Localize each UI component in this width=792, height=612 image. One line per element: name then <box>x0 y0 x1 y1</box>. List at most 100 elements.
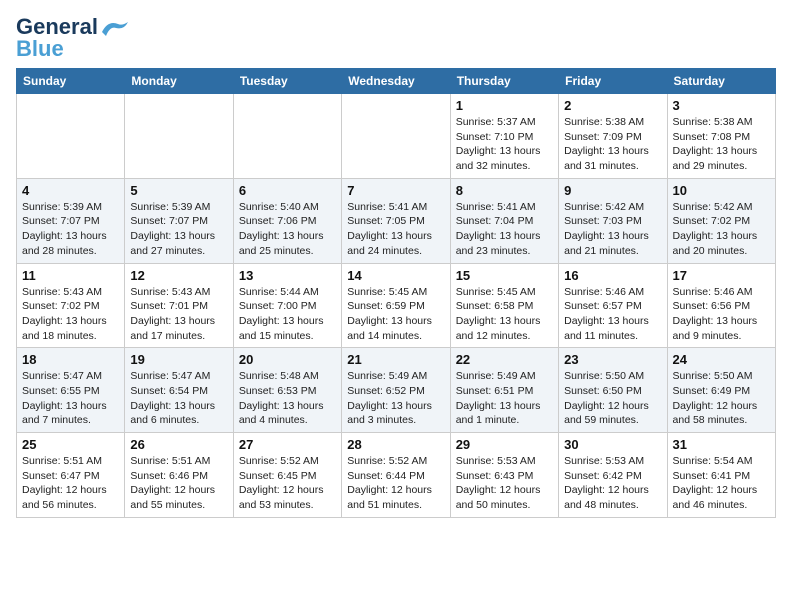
column-header-wednesday: Wednesday <box>342 69 450 94</box>
logo-bird-icon <box>100 18 130 40</box>
day-number: 2 <box>564 98 661 113</box>
column-header-saturday: Saturday <box>667 69 775 94</box>
day-info: Sunrise: 5:47 AM Sunset: 6:55 PM Dayligh… <box>22 369 119 428</box>
calendar-cell: 11 Sunrise: 5:43 AM Sunset: 7:02 PM Dayli… <box>17 263 125 348</box>
calendar-cell <box>233 94 341 179</box>
day-number: 14 <box>347 268 444 283</box>
day-info: Sunrise: 5:45 AM Sunset: 6:59 PM Dayligh… <box>347 285 444 344</box>
column-header-friday: Friday <box>559 69 667 94</box>
calendar-cell: 8Sunrise: 5:41 AM Sunset: 7:04 PM Daylig… <box>450 178 558 263</box>
calendar-header-row: SundayMondayTuesdayWednesdayThursdayFrid… <box>17 69 776 94</box>
day-info: Sunrise: 5:50 AM Sunset: 6:50 PM Dayligh… <box>564 369 661 428</box>
day-number: 7 <box>347 183 444 198</box>
day-info: Sunrise: 5:43 AM Sunset: 7:02 PM Dayligh… <box>22 285 119 344</box>
calendar-cell: 25 Sunrise: 5:51 AM Sunset: 6:47 PM Dayli… <box>17 433 125 518</box>
day-info: Sunrise: 5:45 AM Sunset: 6:58 PM Dayligh… <box>456 285 553 344</box>
day-info: Sunrise: 5:42 AM Sunset: 7:02 PM Dayligh… <box>673 200 770 259</box>
calendar-cell: 14 Sunrise: 5:45 AM Sunset: 6:59 PM Dayli… <box>342 263 450 348</box>
day-info: Sunrise: 5:41 AM Sunset: 7:05 PM Dayligh… <box>347 200 444 259</box>
calendar-cell <box>17 94 125 179</box>
day-info: Sunrise: 5:46 AM Sunset: 6:57 PM Dayligh… <box>564 285 661 344</box>
calendar-cell: 20 Sunrise: 5:48 AM Sunset: 6:53 PM Dayli… <box>233 348 341 433</box>
calendar-cell: 15Sunrise: 5:45 AM Sunset: 6:58 PM Dayli… <box>450 263 558 348</box>
calendar-cell: 21 Sunrise: 5:49 AM Sunset: 6:52 PM Dayli… <box>342 348 450 433</box>
calendar-week-row: 25 Sunrise: 5:51 AM Sunset: 6:47 PM Dayli… <box>17 433 776 518</box>
calendar-week-row: 18 Sunrise: 5:47 AM Sunset: 6:55 PM Dayli… <box>17 348 776 433</box>
logo-blue: Blue <box>16 36 64 61</box>
calendar-cell: 9 Sunrise: 5:42 AM Sunset: 7:03 PM Daylig… <box>559 178 667 263</box>
day-number: 25 <box>22 437 119 452</box>
day-number: 10 <box>673 183 770 198</box>
calendar-cell: 23 Sunrise: 5:50 AM Sunset: 6:50 PM Dayli… <box>559 348 667 433</box>
day-info: Sunrise: 5:52 AM Sunset: 6:45 PM Dayligh… <box>239 454 336 513</box>
day-info: Sunrise: 5:39 AM Sunset: 7:07 PM Dayligh… <box>22 200 119 259</box>
calendar-cell <box>342 94 450 179</box>
calendar-cell: 19 Sunrise: 5:47 AM Sunset: 6:54 PM Dayli… <box>125 348 233 433</box>
day-number: 27 <box>239 437 336 452</box>
calendar-cell: 16 Sunrise: 5:46 AM Sunset: 6:57 PM Dayli… <box>559 263 667 348</box>
day-info: Sunrise: 5:38 AM Sunset: 7:09 PM Dayligh… <box>564 115 661 174</box>
column-header-monday: Monday <box>125 69 233 94</box>
day-info: Sunrise: 5:43 AM Sunset: 7:01 PM Dayligh… <box>130 285 227 344</box>
calendar-cell: 30Sunrise: 5:53 AM Sunset: 6:42 PM Dayli… <box>559 433 667 518</box>
day-info: Sunrise: 5:38 AM Sunset: 7:08 PM Dayligh… <box>673 115 770 174</box>
day-number: 16 <box>564 268 661 283</box>
calendar-cell: 10 Sunrise: 5:42 AM Sunset: 7:02 PM Dayli… <box>667 178 775 263</box>
day-info: Sunrise: 5:44 AM Sunset: 7:00 PM Dayligh… <box>239 285 336 344</box>
day-number: 4 <box>22 183 119 198</box>
day-info: Sunrise: 5:47 AM Sunset: 6:54 PM Dayligh… <box>130 369 227 428</box>
day-info: Sunrise: 5:46 AM Sunset: 6:56 PM Dayligh… <box>673 285 770 344</box>
calendar-cell: 29Sunrise: 5:53 AM Sunset: 6:43 PM Dayli… <box>450 433 558 518</box>
calendar-cell: 27 Sunrise: 5:52 AM Sunset: 6:45 PM Dayli… <box>233 433 341 518</box>
day-number: 19 <box>130 352 227 367</box>
calendar-cell: 5 Sunrise: 5:39 AM Sunset: 7:07 PM Daylig… <box>125 178 233 263</box>
day-number: 23 <box>564 352 661 367</box>
calendar-cell: 18 Sunrise: 5:47 AM Sunset: 6:55 PM Dayli… <box>17 348 125 433</box>
day-info: Sunrise: 5:37 AM Sunset: 7:10 PM Dayligh… <box>456 115 553 174</box>
calendar-cell: 24 Sunrise: 5:50 AM Sunset: 6:49 PM Dayli… <box>667 348 775 433</box>
day-info: Sunrise: 5:42 AM Sunset: 7:03 PM Dayligh… <box>564 200 661 259</box>
logo-text: GeneralBlue <box>16 16 98 60</box>
calendar-cell: 31 Sunrise: 5:54 AM Sunset: 6:41 PM Dayli… <box>667 433 775 518</box>
calendar-cell: 2 Sunrise: 5:38 AM Sunset: 7:09 PM Daylig… <box>559 94 667 179</box>
calendar-week-row: 1 Sunrise: 5:37 AM Sunset: 7:10 PM Daylig… <box>17 94 776 179</box>
calendar-cell: 1 Sunrise: 5:37 AM Sunset: 7:10 PM Daylig… <box>450 94 558 179</box>
day-number: 5 <box>130 183 227 198</box>
day-number: 6 <box>239 183 336 198</box>
day-info: Sunrise: 5:51 AM Sunset: 6:47 PM Dayligh… <box>22 454 119 513</box>
day-number: 3 <box>673 98 770 113</box>
day-info: Sunrise: 5:39 AM Sunset: 7:07 PM Dayligh… <box>130 200 227 259</box>
calendar-cell <box>125 94 233 179</box>
calendar-cell: 28 Sunrise: 5:52 AM Sunset: 6:44 PM Dayli… <box>342 433 450 518</box>
calendar-week-row: 11 Sunrise: 5:43 AM Sunset: 7:02 PM Dayli… <box>17 263 776 348</box>
day-number: 12 <box>130 268 227 283</box>
day-number: 31 <box>673 437 770 452</box>
day-number: 26 <box>130 437 227 452</box>
calendar-cell: 13 Sunrise: 5:44 AM Sunset: 7:00 PM Dayli… <box>233 263 341 348</box>
day-info: Sunrise: 5:53 AM Sunset: 6:43 PM Dayligh… <box>456 454 553 513</box>
calendar-week-row: 4 Sunrise: 5:39 AM Sunset: 7:07 PM Daylig… <box>17 178 776 263</box>
day-info: Sunrise: 5:48 AM Sunset: 6:53 PM Dayligh… <box>239 369 336 428</box>
day-info: Sunrise: 5:49 AM Sunset: 6:52 PM Dayligh… <box>347 369 444 428</box>
calendar-cell: 17Sunrise: 5:46 AM Sunset: 6:56 PM Dayli… <box>667 263 775 348</box>
day-info: Sunrise: 5:52 AM Sunset: 6:44 PM Dayligh… <box>347 454 444 513</box>
day-info: Sunrise: 5:50 AM Sunset: 6:49 PM Dayligh… <box>673 369 770 428</box>
day-info: Sunrise: 5:54 AM Sunset: 6:41 PM Dayligh… <box>673 454 770 513</box>
calendar-cell: 26 Sunrise: 5:51 AM Sunset: 6:46 PM Dayli… <box>125 433 233 518</box>
day-number: 24 <box>673 352 770 367</box>
day-number: 22 <box>456 352 553 367</box>
page-header: GeneralBlue <box>16 16 776 60</box>
day-number: 11 <box>22 268 119 283</box>
day-number: 13 <box>239 268 336 283</box>
calendar-cell: 4 Sunrise: 5:39 AM Sunset: 7:07 PM Daylig… <box>17 178 125 263</box>
day-number: 21 <box>347 352 444 367</box>
day-info: Sunrise: 5:51 AM Sunset: 6:46 PM Dayligh… <box>130 454 227 513</box>
day-info: Sunrise: 5:41 AM Sunset: 7:04 PM Dayligh… <box>456 200 553 259</box>
day-number: 1 <box>456 98 553 113</box>
day-number: 9 <box>564 183 661 198</box>
day-info: Sunrise: 5:53 AM Sunset: 6:42 PM Dayligh… <box>564 454 661 513</box>
day-number: 20 <box>239 352 336 367</box>
day-number: 28 <box>347 437 444 452</box>
day-number: 18 <box>22 352 119 367</box>
day-info: Sunrise: 5:49 AM Sunset: 6:51 PM Dayligh… <box>456 369 553 428</box>
